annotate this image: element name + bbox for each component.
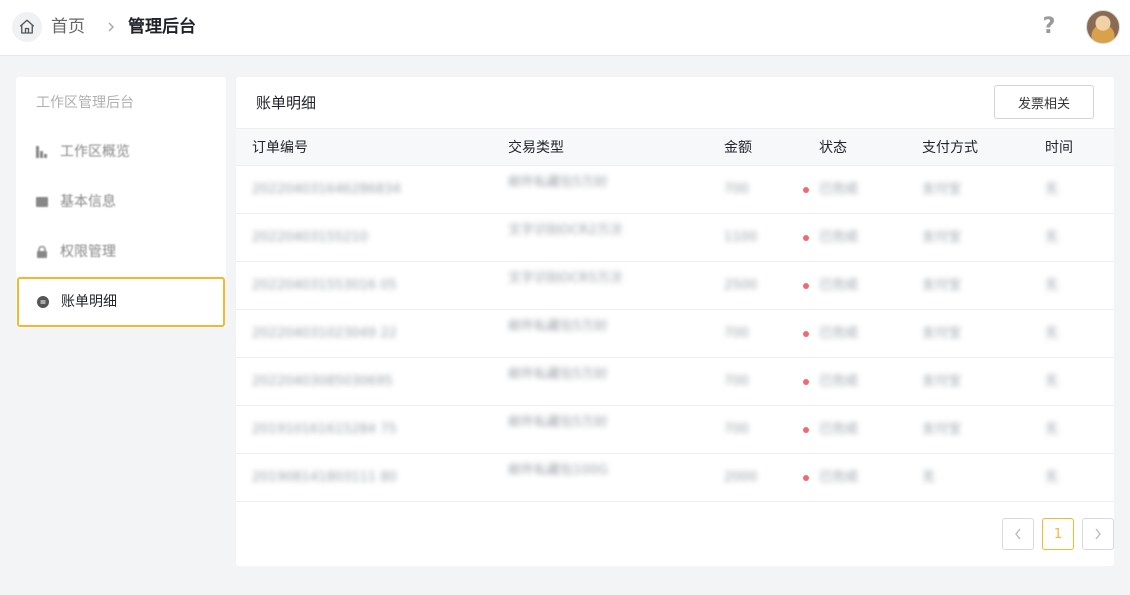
top-header: 首页 管理后台 ? [0,0,1130,56]
status-dot [803,427,809,433]
cell-status: 已完成 [819,230,859,245]
cell-payment: 支付宝 [922,278,962,293]
status-dot [803,283,809,289]
lock-icon [37,246,47,258]
sidebar-item-label: 基本信息 [60,194,116,210]
help-icon[interactable]: ? [1039,14,1059,40]
id-card-icon [36,197,48,207]
cell-amount: 2000 [724,470,758,485]
cell-payment: 支付宝 [922,182,962,197]
status-dot [803,331,809,337]
sidebar-title: 工作区管理后台 [36,95,134,111]
table-row: 20220403155210 文字识别OCR2万次 1100 已完成 支付宝 无 [236,214,1114,262]
sidebar-item-label: 工作区概览 [60,144,130,160]
table-body: 202204031646286834 邮件私藏包5万封 700 已完成 支付宝无 2022… [236,166,1114,502]
column-header-amount: 金额 [724,140,752,156]
chevron-right-icon [1095,528,1101,540]
cell-amount: 1100 [724,230,758,245]
cell-status: 已完成 [819,278,859,293]
sidebar-item-label: 权限管理 [60,244,116,260]
cell-amount: 700 [724,326,749,341]
cell-order-id: 201908141803111 80 [252,470,397,485]
billing-panel: 账单明细 发票相关 订单编号 交易类型 金额 状态 支付方式 时间 202204… [236,77,1114,566]
cell-type: 文字识别OCR5万次 [508,271,623,286]
pagination-page-button[interactable]: 1 [1042,518,1074,550]
page-title: 账单明细 [256,94,317,112]
sidebar-item-overview[interactable]: 工作区概览 [16,127,226,177]
cell-type: 邮件私藏包5万封 [508,367,608,382]
cell-amount: 700 [724,422,749,437]
column-header-time: 时间 [1045,140,1073,156]
table-header: 订单编号 交易类型 金额 状态 支付方式 时间 [236,128,1114,166]
sidebar: 工作区管理后台 工作区概览 基本信息 权限管理 账单明细 [16,77,226,328]
table-row: 201908141803111 80 邮件私藏包100G 2000 已完成 无 无 [236,454,1114,502]
cell-time: 无 [1045,182,1059,197]
home-button[interactable] [12,12,42,42]
cell-payment: 支付宝 [922,422,962,437]
cell-time: 无 [1045,422,1059,437]
cell-type: 文字识别OCR2万次 [508,223,623,238]
cell-payment: 支付宝 [922,326,962,341]
cell-order-id: 20220403155210 [252,230,368,245]
cell-status: 已完成 [819,422,859,437]
pagination-prev-button[interactable] [1002,518,1034,550]
status-dot [803,379,809,385]
cell-type: 邮件私藏包5万封 [508,415,608,430]
table-row: 202204031646286834 邮件私藏包5万封 700 已完成 支付宝 无 [236,166,1114,214]
chevron-left-icon [1015,528,1021,540]
sidebar-item-basic-info[interactable]: 基本信息 [16,177,226,227]
cell-payment: 支付宝 [922,374,962,389]
cell-order-id: 202204031023049 22 [252,326,397,341]
cell-type: 邮件私藏包5万封 [508,319,608,334]
cell-time: 无 [1045,278,1059,293]
cell-order-id: 202204031646286834 [252,182,401,197]
sidebar-item-permissions[interactable]: 权限管理 [16,227,226,277]
table-row: 202204031023049 22 邮件私藏包5万封 700 已完成 支付宝 无 [236,310,1114,358]
home-icon [19,19,35,34]
cell-amount: 700 [724,182,749,197]
cell-type: 邮件私藏包5万封 [508,175,608,190]
cell-status: 已完成 [819,326,859,341]
status-dot [803,235,809,241]
status-dot [803,187,809,193]
table-row: 201910161615284 75 邮件私藏包5万封 700 已完成 支付宝 无 [236,406,1114,454]
cell-status: 已完成 [819,182,859,197]
column-header-status: 状态 [819,140,847,156]
table-row: 202204031553016 05 文字识别OCR5万次 2500 已完成 支付宝 无 [236,262,1114,310]
cell-time: 无 [1045,326,1059,341]
cell-amount: 700 [724,374,749,389]
table-row: 20220403085030695 邮件私藏包5万封 700 已完成 支付宝 无 [236,358,1114,406]
cell-time: 无 [1045,470,1059,485]
cell-time: 无 [1045,374,1059,389]
chevron-right-icon [104,16,118,38]
status-dot [803,475,809,481]
column-header-order-id: 订单编号 [252,140,308,156]
cell-order-id: 202204031553016 05 [252,278,397,293]
invoice-button[interactable]: 发票相关 [994,85,1094,119]
cell-payment: 无 [922,470,936,485]
cell-order-id: 20220403085030695 [252,374,393,389]
sidebar-item-label: 账单明细 [61,294,117,310]
column-header-type: 交易类型 [508,140,564,156]
breadcrumb-current: 管理后台 [128,17,196,37]
avatar[interactable] [1086,10,1120,44]
breadcrumb-home-link[interactable]: 首页 [51,16,85,38]
cell-amount: 2500 [724,278,758,293]
cell-payment: 支付宝 [922,230,962,245]
cell-time: 无 [1045,230,1059,245]
column-header-payment: 支付方式 [922,140,978,156]
sidebar-item-billing[interactable]: 账单明细 [17,277,225,327]
cell-status: 已完成 [819,374,859,389]
bar-chart-icon [36,146,47,158]
cell-order-id: 201910161615284 75 [252,422,397,437]
pagination-next-button[interactable] [1082,518,1114,550]
coin-icon [37,296,49,308]
cell-status: 已完成 [819,470,859,485]
cell-type: 邮件私藏包100G [508,463,608,478]
